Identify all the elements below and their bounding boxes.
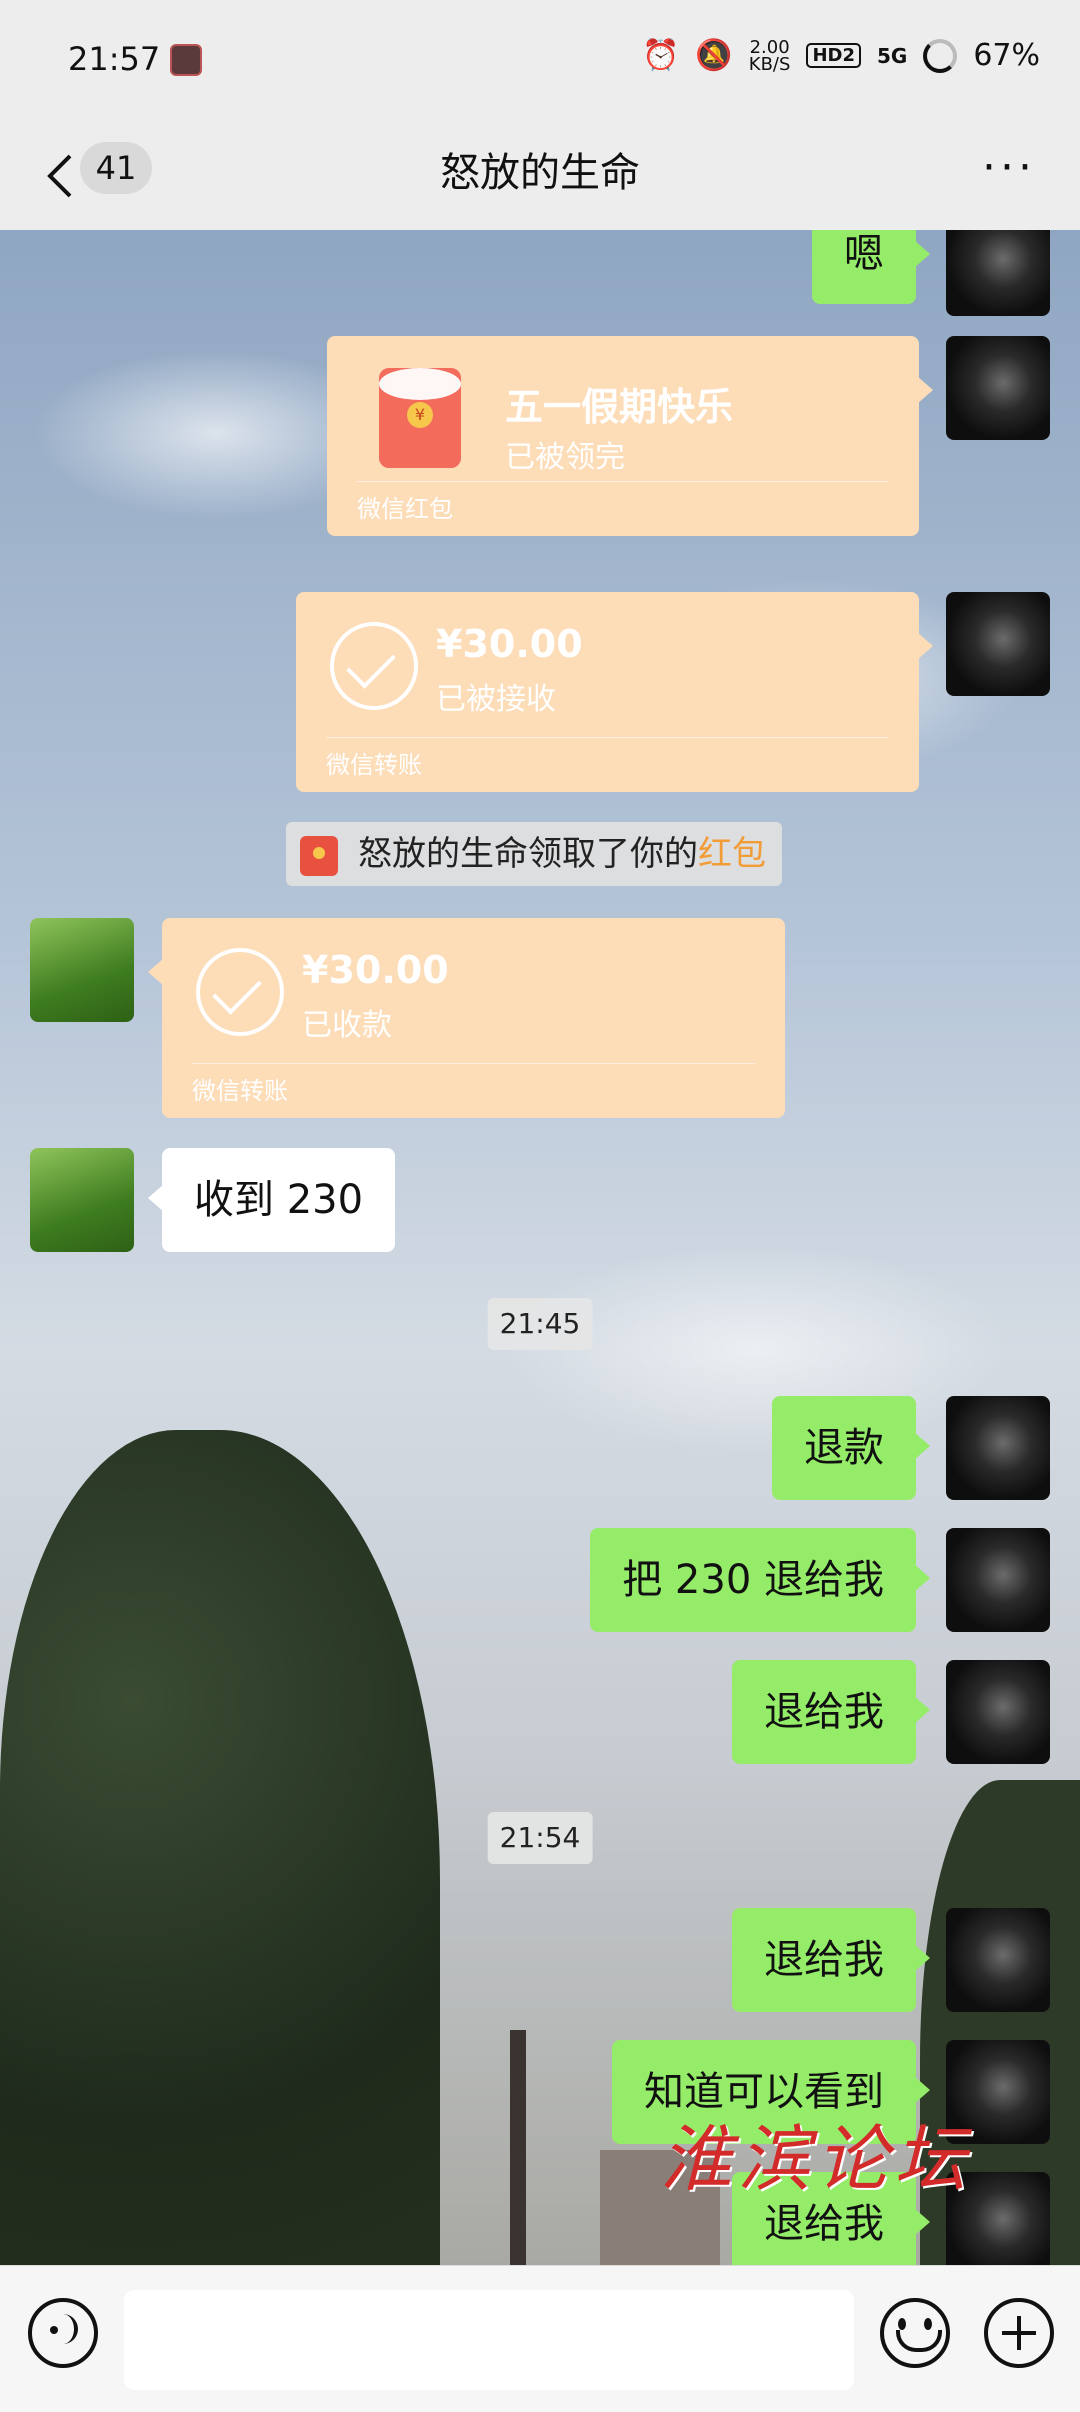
app-notification-icon — [170, 44, 202, 76]
plus-icon[interactable] — [984, 2298, 1054, 2368]
message-bubble[interactable]: 退给我 — [732, 1908, 930, 2012]
background-pole — [510, 2030, 526, 2265]
message-bubble[interactable]: 收到 230 — [147, 1148, 396, 1252]
transfer-amount: ¥30.00 — [302, 948, 449, 992]
contact-avatar[interactable] — [30, 918, 134, 1022]
system-notice: 怒放的生命领取了你的红包 — [286, 822, 782, 886]
my-avatar[interactable] — [946, 1396, 1050, 1500]
red-packet-footer: 微信红包 — [357, 495, 453, 523]
battery-percent: 67% — [973, 38, 1040, 73]
alarm-icon: ⏰ — [642, 38, 680, 73]
more-options-icon[interactable]: ··· — [982, 146, 1036, 190]
mute-icon: 🔕 — [695, 38, 733, 73]
message-input[interactable] — [124, 2290, 854, 2390]
background-trees — [0, 1430, 440, 2265]
contact-avatar[interactable] — [30, 1148, 134, 1252]
message-bubble[interactable]: 退款 — [772, 1396, 930, 1500]
check-circle-icon — [330, 622, 418, 710]
red-packet-status: 已被领完 — [505, 440, 625, 475]
signal-icon: 5G — [876, 43, 908, 68]
chat-title: 怒放的生命 — [440, 150, 640, 196]
timestamp: 21:45 — [487, 1298, 593, 1350]
transfer-footer: 微信转账 — [192, 1077, 288, 1105]
forum-watermark: 淮滨论坛 — [660, 2117, 973, 2201]
my-avatar[interactable] — [946, 336, 1050, 440]
red-packet-mini-icon — [300, 836, 338, 876]
transfer-status: 已收款 — [302, 1008, 392, 1043]
message-bubble[interactable]: 退给我 — [732, 1660, 930, 1764]
input-bar — [0, 2265, 1080, 2412]
chat-header: 41 怒放的生命 ··· — [0, 120, 1080, 230]
my-avatar[interactable] — [946, 1908, 1050, 2012]
voice-input-icon[interactable] — [28, 2298, 98, 2368]
red-packet-icon: ¥ — [379, 368, 461, 468]
emoji-icon[interactable] — [880, 2298, 950, 2368]
chat-area[interactable]: 嗯 ¥ 五一假期快乐 已被领完 微信红包 ¥30.00 已被接收 微信转账 怒放… — [0, 230, 1080, 2265]
red-packet-link[interactable]: 红包 — [698, 834, 766, 874]
red-packet-card[interactable]: ¥ 五一假期快乐 已被领完 微信红包 — [327, 336, 933, 536]
hd-voice-icon: HD2 — [806, 43, 861, 68]
my-avatar[interactable] — [946, 592, 1050, 696]
battery-icon — [923, 38, 958, 73]
status-icons: ⏰ 🔕 2.00 KB/S HD2 5G 67% — [642, 38, 1040, 73]
transfer-card[interactable]: ¥30.00 已收款 微信转账 — [148, 918, 785, 1118]
transfer-card[interactable]: ¥30.00 已被接收 微信转账 — [296, 592, 933, 792]
status-bar: 21:57 ⏰ 🔕 2.00 KB/S HD2 5G 67% — [0, 0, 1080, 120]
red-packet-greeting: 五一假期快乐 — [505, 385, 734, 429]
transfer-status: 已被接收 — [436, 682, 556, 717]
message-bubble[interactable]: 嗯 — [812, 230, 930, 304]
my-avatar[interactable] — [946, 1660, 1050, 1764]
transfer-footer: 微信转账 — [326, 751, 422, 779]
transfer-amount: ¥30.00 — [436, 622, 583, 666]
message-bubble[interactable]: 把 230 退给我 — [590, 1528, 930, 1632]
my-avatar[interactable] — [946, 1528, 1050, 1632]
network-rate: 2.00 KB/S — [748, 36, 791, 75]
status-time: 21:57 — [68, 40, 161, 78]
my-avatar[interactable] — [946, 230, 1050, 316]
timestamp: 21:54 — [487, 1812, 593, 1864]
check-circle-icon — [196, 948, 284, 1036]
